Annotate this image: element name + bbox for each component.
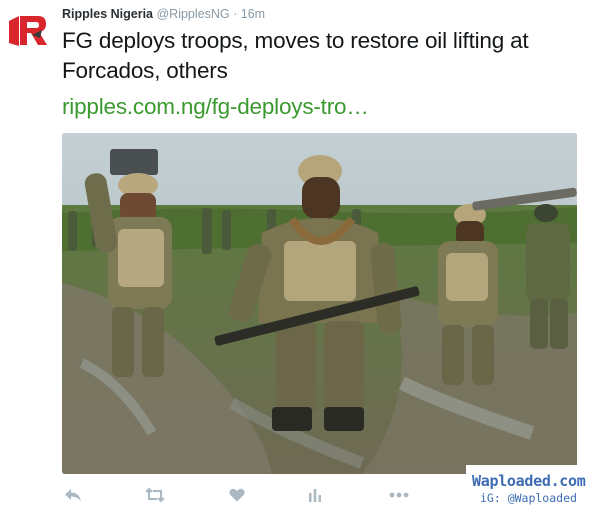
- author-name[interactable]: Ripples Nigeria: [62, 7, 153, 21]
- tweet-link[interactable]: ripples.com.ng/fg-deploys-tro…: [62, 92, 369, 122]
- author-handle[interactable]: @RipplesNG: [156, 7, 229, 21]
- watermark-instagram: iG: @Waploaded: [480, 491, 577, 505]
- ripples-logo-icon[interactable]: [6, 8, 52, 54]
- bar-chart-icon: [308, 488, 322, 502]
- tweet-media-photo[interactable]: [62, 133, 577, 474]
- tweet-actions: [62, 484, 432, 506]
- like-button[interactable]: [226, 484, 248, 506]
- tweet-card: Ripples Nigeria @RipplesNG · 16m FG depl…: [0, 0, 600, 517]
- reply-icon: [64, 488, 82, 502]
- more-dots-icon: [389, 492, 409, 498]
- analytics-button[interactable]: [304, 484, 326, 506]
- heart-icon: [229, 488, 245, 502]
- reply-button[interactable]: [62, 484, 84, 506]
- separator-dot: ·: [233, 7, 238, 21]
- retweet-icon: [145, 488, 165, 502]
- tweet-header: Ripples Nigeria @RipplesNG · 16m: [62, 5, 265, 23]
- watermark-site: Waploaded.com: [472, 472, 586, 490]
- retweet-button[interactable]: [144, 484, 166, 506]
- watermark: Waploaded.com iG: @Waploaded: [466, 465, 600, 517]
- more-button[interactable]: [388, 484, 410, 506]
- tweet-text: FG deploys troops, moves to restore oil …: [62, 28, 529, 83]
- tweet-timestamp[interactable]: 16m: [241, 7, 265, 21]
